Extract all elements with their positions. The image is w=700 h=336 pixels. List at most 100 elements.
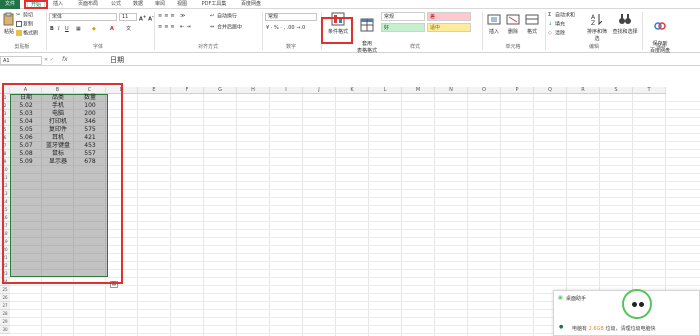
column-header[interactable]: Q: [534, 87, 567, 94]
gridline: [269, 94, 270, 336]
insert-cells-button[interactable]: 插入: [486, 12, 502, 35]
cells-group-label: 单元格: [505, 44, 521, 50]
tab-file[interactable]: 文件: [0, 0, 20, 9]
wrap-text-button[interactable]: ↩ 自动换行: [210, 13, 237, 20]
tab-page-layout[interactable]: 页面布局: [72, 0, 104, 9]
tab-view[interactable]: 视图: [174, 0, 190, 9]
font-group-label: 字体: [92, 44, 103, 50]
column-header[interactable]: R: [567, 87, 600, 94]
font-size-select[interactable]: 11: [119, 13, 137, 21]
column-header[interactable]: F: [171, 87, 204, 94]
tab-data[interactable]: 数据: [130, 0, 146, 9]
gridline: [137, 94, 138, 336]
find-select-button[interactable]: 查找和选择: [612, 12, 638, 35]
copy-label: 复制: [23, 21, 34, 28]
clipboard-group-label: 剪贴板: [14, 44, 30, 50]
desktop-assistant-notification[interactable]: ▣ 桌面助手 ● 电脑有 2.6GB 垃圾，清理垃圾电脑快: [553, 289, 700, 336]
row-header[interactable]: 25: [0, 286, 10, 294]
binoculars-icon: [619, 14, 631, 24]
fill-color-icon[interactable]: ◆: [92, 26, 96, 33]
row-header[interactable]: 27: [0, 302, 10, 310]
left-align-icon[interactable]: ≡≡≡ ⇤⇥: [158, 24, 193, 31]
currency-icon[interactable]: ¥ · % · , .00 →.0: [266, 25, 305, 32]
column-header[interactable]: K: [336, 87, 369, 94]
svg-text:Z: Z: [591, 20, 595, 26]
tab-formulas[interactable]: 公式: [108, 0, 124, 9]
column-header[interactable]: T: [633, 87, 666, 94]
style-good[interactable]: 好: [381, 23, 425, 32]
divider: [642, 12, 643, 50]
sort-filter-button[interactable]: AZ 排序和筛选: [586, 12, 608, 42]
column-header[interactable]: I: [270, 87, 303, 94]
font-name-select[interactable]: 宋体: [49, 13, 117, 21]
fill-down-icon: ↓: [548, 21, 553, 27]
row-header[interactable]: 28: [0, 310, 10, 318]
tab-insert[interactable]: 插入: [50, 0, 66, 9]
italic-button[interactable]: I: [58, 26, 59, 33]
top-align-icon[interactable]: ≡≡≡ ≫: [158, 13, 187, 20]
formula-input[interactable]: 日期: [110, 56, 124, 65]
underline-button[interactable]: U: [65, 26, 69, 33]
column-header[interactable]: P: [501, 87, 534, 94]
style-neutral[interactable]: 适中: [427, 23, 471, 32]
font-color-icon[interactable]: A: [110, 26, 114, 33]
style-normal[interactable]: 常规: [381, 12, 425, 21]
fx-icon[interactable]: fx: [62, 56, 68, 63]
column-header[interactable]: J: [303, 87, 336, 94]
format-cells-button[interactable]: 格式: [524, 12, 540, 35]
brush-icon: [16, 30, 22, 36]
fill-label: 填充: [555, 21, 566, 28]
tab-baidu-pan[interactable]: 百度网盘: [236, 0, 266, 9]
format-painter-label: 格式刷: [23, 30, 39, 37]
style-bad[interactable]: 差: [427, 12, 471, 21]
selection-highlight: [2, 83, 123, 284]
gridline: [500, 94, 501, 336]
format-cells-icon: [525, 14, 539, 25]
row-header[interactable]: 26: [0, 294, 10, 302]
notification-message: 电脑有 2.6GB 垃圾，清理垃圾电脑快: [572, 325, 655, 332]
notification-title: 桌面助手: [566, 296, 587, 302]
home-tab-highlight: [24, 0, 48, 9]
column-header[interactable]: E: [138, 87, 171, 94]
column-header[interactable]: S: [600, 87, 633, 94]
bold-button[interactable]: B: [50, 26, 54, 33]
column-header[interactable]: N: [435, 87, 468, 94]
phonetic-icon[interactable]: 文: [126, 26, 131, 33]
row-header[interactable]: 29: [0, 318, 10, 326]
msg-size: 2.6GB: [588, 326, 604, 332]
paste-label: 粘贴: [3, 29, 14, 35]
number-group-label: 数字: [285, 44, 296, 50]
cancel-enter-icons[interactable]: ✕ ✓: [44, 57, 54, 64]
number-format-select[interactable]: 常规: [265, 13, 317, 21]
merge-center-button[interactable]: ⇔ 合并后居中: [210, 24, 242, 31]
clear-button[interactable]: ◇ 清除: [548, 30, 565, 37]
cloud-icon: [654, 22, 666, 30]
cut-button[interactable]: ✂ 剪切: [16, 12, 33, 19]
tab-review[interactable]: 审阅: [152, 0, 168, 9]
delete-cells-button[interactable]: 删除: [505, 12, 521, 35]
autosum-button[interactable]: Σ 自动求和: [548, 12, 575, 19]
column-header[interactable]: G: [204, 87, 237, 94]
column-header[interactable]: M: [402, 87, 435, 94]
font-grow-icon[interactable]: A+ A-: [139, 13, 154, 23]
row-header[interactable]: 30: [0, 326, 10, 334]
insert-cells-label: 插入: [488, 29, 499, 35]
gridline: [203, 94, 204, 336]
fill-button[interactable]: ↓ 填充: [548, 21, 565, 28]
copy-button[interactable]: 复制: [16, 21, 33, 28]
cut-label: 剪切: [23, 12, 34, 19]
column-header[interactable]: L: [369, 87, 402, 94]
divider: [154, 12, 155, 50]
sort-filter-icon: AZ: [591, 14, 603, 26]
column-header[interactable]: O: [468, 87, 501, 94]
save-group-label: 保存: [655, 44, 666, 50]
ribbon: 粘贴 ✂ 剪切 复制 格式刷 剪贴板 宋体 11 A+ A- B I U ▦ ◆ …: [0, 9, 700, 54]
column-header[interactable]: H: [237, 87, 270, 94]
eraser-icon: ◇: [548, 30, 552, 36]
tab-pdf-tools[interactable]: PDF工具集: [198, 0, 230, 9]
border-icon[interactable]: ▦: [76, 26, 81, 33]
styles-group-label: 样式: [409, 44, 420, 50]
paste-button[interactable]: 粘贴: [2, 12, 16, 35]
format-painter-button[interactable]: 格式刷: [16, 30, 38, 37]
name-box[interactable]: A1: [0, 56, 42, 65]
